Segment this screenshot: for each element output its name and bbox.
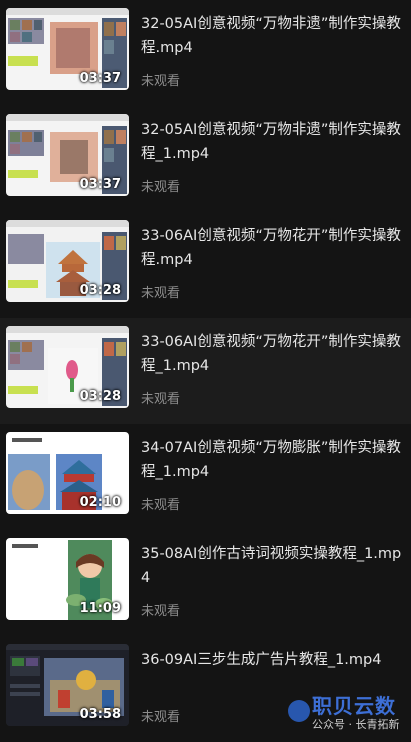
video-thumbnail[interactable]: 03:58	[6, 644, 129, 726]
watch-status: 未观看	[141, 710, 181, 725]
watch-status: 未观看	[141, 498, 181, 513]
duration-label: 11:09	[79, 601, 121, 616]
video-thumbnail[interactable]: 02:10	[6, 432, 129, 514]
duration-label: 03:28	[79, 389, 121, 404]
video-thumbnail[interactable]: 11:09	[6, 538, 129, 620]
list-item[interactable]: 03:28 33-06AI创意视频“万物花开”制作实操教程_1.mp4 未观看	[0, 318, 411, 424]
watch-status: 未观看	[141, 286, 181, 301]
list-item[interactable]: 03:28 33-06AI创意视频“万物花开”制作实操教程.mp4 未观看	[0, 212, 411, 318]
video-title[interactable]: 35-08AI创作古诗词视频实操教程_1.mp4	[141, 542, 403, 590]
list-item[interactable]: 11:09 35-08AI创作古诗词视频实操教程_1.mp4 未观看	[0, 530, 411, 636]
watch-status: 未观看	[141, 392, 181, 407]
duration-label: 02:10	[79, 495, 121, 510]
watch-status: 未观看	[141, 604, 181, 619]
video-thumbnail[interactable]: 03:37	[6, 8, 129, 90]
watch-status: 未观看	[141, 74, 181, 89]
video-thumbnail[interactable]: 03:37	[6, 114, 129, 196]
video-title[interactable]: 34-07AI创意视频“万物膨胀”制作实操教程_1.mp4	[141, 436, 403, 484]
video-title[interactable]: 36-09AI三步生成广告片教程_1.mp4	[141, 648, 403, 672]
duration-label: 03:58	[79, 707, 121, 722]
list-item[interactable]: 03:37 32-05AI创意视频“万物非遗”制作实操教程.mp4 未观看	[0, 0, 411, 106]
video-title[interactable]: 32-05AI创意视频“万物非遗”制作实操教程_1.mp4	[141, 118, 403, 166]
list-item[interactable]: 02:10 34-07AI创意视频“万物膨胀”制作实操教程_1.mp4 未观看	[0, 424, 411, 530]
video-title[interactable]: 33-06AI创意视频“万物花开”制作实操教程_1.mp4	[141, 330, 403, 378]
video-thumbnail[interactable]: 03:28	[6, 326, 129, 408]
duration-label: 03:28	[79, 283, 121, 298]
watch-status: 未观看	[141, 180, 181, 195]
list-item[interactable]: 03:37 32-05AI创意视频“万物非遗”制作实操教程_1.mp4 未观看	[0, 106, 411, 212]
duration-label: 03:37	[79, 177, 121, 192]
video-thumbnail[interactable]: 03:28	[6, 220, 129, 302]
video-title[interactable]: 33-06AI创意视频“万物花开”制作实操教程.mp4	[141, 224, 403, 272]
video-title[interactable]: 32-05AI创意视频“万物非遗”制作实操教程.mp4	[141, 12, 403, 60]
list-item[interactable]: 03:58 36-09AI三步生成广告片教程_1.mp4 未观看	[0, 636, 411, 742]
duration-label: 03:37	[79, 71, 121, 86]
